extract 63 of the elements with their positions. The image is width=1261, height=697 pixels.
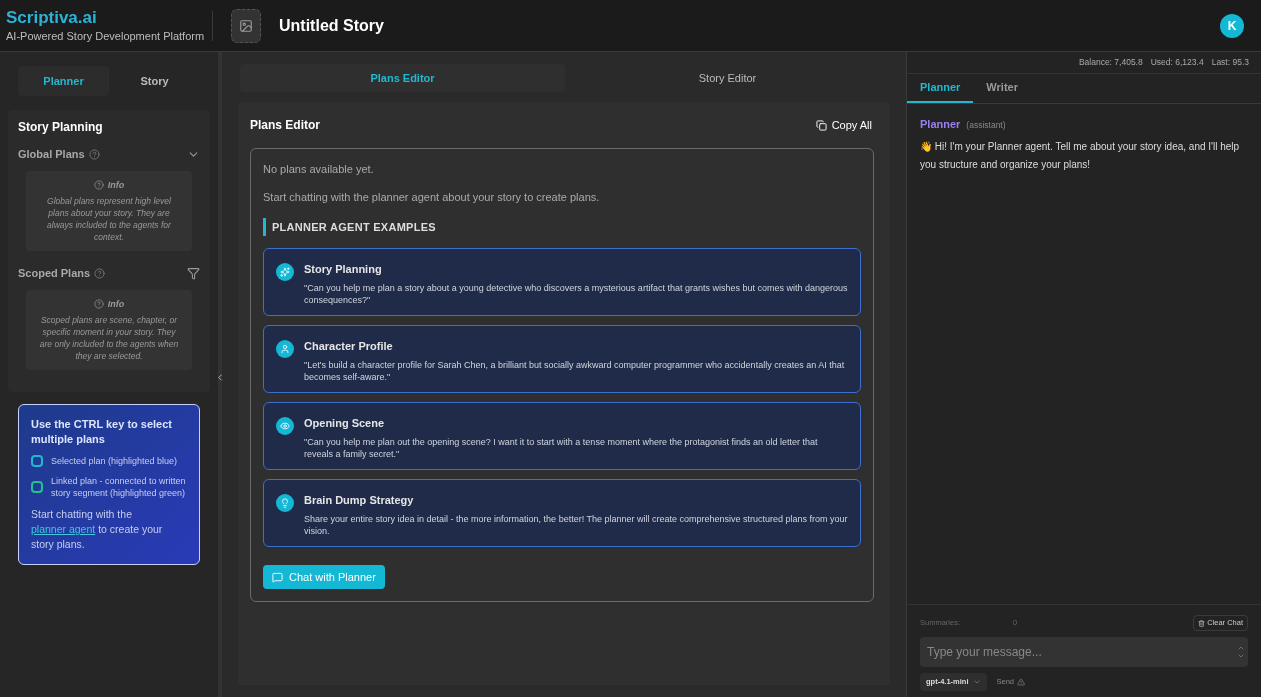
example-title: Opening Scene [304,416,386,431]
panel-heading: Story Planning [18,119,104,136]
section-title: Scoped Plans [18,266,91,281]
legend-label: Selected plan (highlighted blue) [51,455,178,467]
usage-stat: Last: 95.3 [1211,56,1249,69]
example-title: Character Profile [304,339,394,354]
example-text: "Can you help me plan out the opening scene? I want it to start with a tense moment where the protagonist finds an old letter that reveals a family secret." [304,435,819,460]
spinner-icon[interactable] [1237,644,1245,660]
example-title: Brain Dump Strategy [304,493,415,508]
message-text: 👋 Hi! I'm your Planner agent. Tell me about your story idea, and I'll help you structure and organize your plans! [920,139,1241,172]
example-card[interactable]: Character Profile "Let's build a character profile for Sarah Chen, a brilliant but socially awkward computer programmer who accidentally creates an AI that becomes self-aware." [263,325,861,393]
hint-text: Start chatting with the planner agent to create your story plans. [31,507,164,552]
help-icon [93,180,104,191]
info-text: Global plans represent high level plans about your story. They are always included to the agents for context. [46,195,172,243]
chat-icon [272,571,283,583]
chevron-down-icon [972,678,981,686]
section-title: Global Plans [18,147,85,162]
eye-icon [276,417,294,435]
copy-icon [815,119,827,131]
info-title: Info [107,297,125,311]
info-text: Scoped plans are scene, chapter, or specific moment in your story. They are only included to the agents when they are selected. [38,314,180,362]
usage-stat: Used: 6,123.4 [1150,56,1204,69]
example-text: Share your entire story idea in detail - the more information, the better! The planner will create comprehensive structured plans from your vision. [304,512,848,537]
editor-tab[interactable]: Story Editor [565,64,890,92]
editor-title: Plans Editor [250,117,320,134]
empty-hint: Start chatting with the planner agent about your story to create plans. [263,189,601,205]
warning-icon [1017,678,1026,686]
filter-icon[interactable] [187,266,200,280]
info-title: Info [107,178,125,192]
message-input[interactable]: Type your message... [920,637,1248,667]
example-text: "Can you help me plan a story about a young detective who discovers a mysterious artifact that grants wishes but comes with dangerous consequences?" [304,281,848,306]
lightbulb-icon [276,494,294,512]
trash-icon [1198,619,1206,627]
example-card[interactable]: Opening Scene "Can you help me plan out the opening scene? I want it to start with a tense moment where the protagonist finds an old letter that reveals a family secret." [263,402,861,470]
copy-all-button[interactable]: Copy All [815,116,872,134]
help-icon[interactable] [94,267,106,279]
chevron-left-icon [215,371,225,383]
chat-tab[interactable]: Writer [973,74,1031,103]
hint-title: Use the CTRL key to select multiple plans [31,417,173,447]
image-icon [239,18,253,33]
example-text: "Let's build a character profile for Sarah Chen, a brilliant but socially awkward computer programmer who accidentally creates an AI that becomes self-aware." [304,358,846,383]
cover-image-button[interactable] [231,8,261,43]
user-icon [276,340,294,358]
example-title: Story Planning [304,262,383,277]
empty-message: No plans available yet. [263,162,375,177]
examples-heading: PLANNER AGENT EXAMPLES [272,219,436,235]
message-role: (assistant) [966,119,1006,132]
sidebar-tab[interactable]: Story [109,66,200,96]
example-card[interactable]: Brain Dump Strategy Share your entire story idea in detail - the more information, the better! The planner will create comprehensive structured plans from your vision. [263,479,861,547]
story-title: Untitled Story [279,15,384,36]
legend-label: Linked plan - connected to written story segment (highlighted green) [51,475,187,499]
sparkle-icon [276,263,294,281]
brand-logo[interactable]: Scriptiva.ai [6,6,212,28]
editor-tab[interactable]: Plans Editor [240,64,565,92]
planner-agent-link[interactable]: planner agent [31,523,96,535]
usage-stat: Balance: 7,405.8 [1078,56,1143,69]
sidebar-tab[interactable]: Planner [18,66,109,96]
help-icon [93,299,104,310]
tagline: AI-Powered Story Development Platform [6,28,206,44]
chat-tab[interactable]: Planner [907,74,974,103]
help-icon[interactable] [88,148,100,160]
example-card[interactable]: Story Planning "Can you help me plan a story about a young detective who discovers a mysterious artifact that grants wishes but comes with dangerous consequences?" [263,248,861,316]
message-author: Planner [920,117,961,132]
